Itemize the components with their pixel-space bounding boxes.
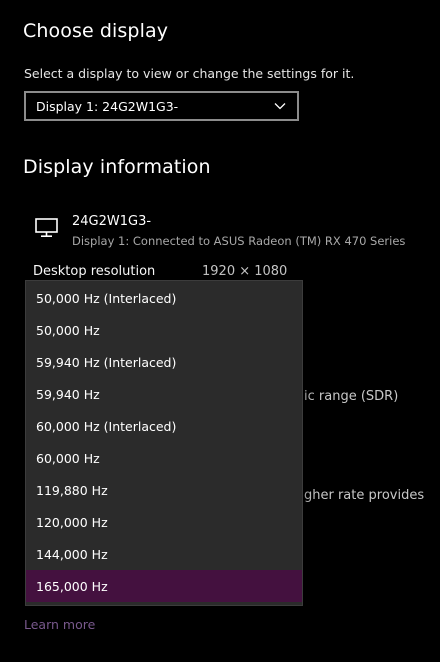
refresh-rate-option[interactable]: 59,940 Hz (Interlaced) (26, 346, 302, 378)
refresh-rate-option[interactable]: 60,000 Hz (26, 442, 302, 474)
display-select-value: Display 1: 24G2W1G3- (36, 98, 179, 114)
refresh-rate-option[interactable]: 59,940 Hz (26, 378, 302, 410)
refresh-rate-option[interactable]: 50,000 Hz (Interlaced) (26, 282, 302, 314)
monitor-icon (35, 218, 58, 238)
device-description: Display 1: Connected to ASUS Radeon (TM)… (72, 234, 406, 248)
refresh-rate-option-selected[interactable]: 165,000 Hz (26, 570, 302, 602)
refresh-rate-option[interactable]: 144,000 Hz (26, 538, 302, 570)
chevron-down-icon (274, 103, 286, 110)
desktop-resolution-label: Desktop resolution (33, 264, 156, 279)
choose-display-heading: Choose display (23, 20, 169, 42)
refresh-rate-note-partial: gher rate provides (304, 488, 425, 503)
refresh-rate-option[interactable]: 50,000 Hz (26, 314, 302, 346)
device-name: 24G2W1G3- (72, 214, 152, 229)
color-space-value-partial: ic range (SDR) (304, 389, 399, 404)
refresh-rate-option[interactable]: 120,000 Hz (26, 506, 302, 538)
refresh-rate-option[interactable]: 119,880 Hz (26, 474, 302, 506)
refresh-rate-dropdown[interactable]: 50,000 Hz (Interlaced) 50,000 Hz 59,940 … (25, 280, 303, 606)
display-select[interactable]: Display 1: 24G2W1G3- (24, 91, 299, 121)
desktop-resolution-value: 1920 × 1080 (202, 264, 288, 279)
choose-display-subtitle: Select a display to view or change the s… (24, 66, 355, 81)
refresh-rate-option[interactable]: 60,000 Hz (Interlaced) (26, 410, 302, 442)
display-information-heading: Display information (23, 156, 211, 178)
learn-more-link[interactable]: Learn more (24, 617, 95, 632)
